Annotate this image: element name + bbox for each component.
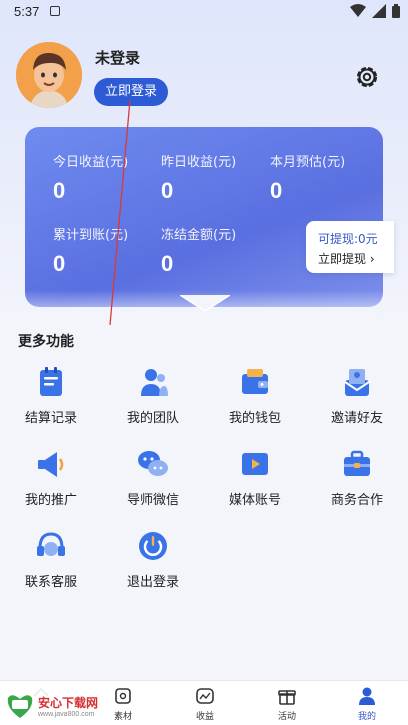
battery-icon — [392, 4, 400, 18]
stat-today: 今日收益(元) 0 — [53, 151, 128, 204]
profile-icon — [359, 687, 375, 705]
feature-invite[interactable]: 邀请好友 — [306, 362, 408, 432]
stat-label: 今日收益(元) — [53, 155, 129, 170]
section-title: 更多功能 — [18, 334, 74, 350]
watermark-logo-icon — [7, 695, 33, 718]
watermark-url: www.java800.com — [38, 711, 95, 718]
settlement-icon — [40, 367, 62, 396]
stat-value: 0 — [270, 178, 283, 203]
available-balance: 可提现:0元 — [318, 232, 378, 246]
feature-label: 邀请好友 — [330, 411, 383, 426]
feature-customer-service[interactable]: 联系客服 — [0, 526, 102, 596]
feature-business[interactable]: 商务合作 — [306, 444, 408, 514]
stat-yesterday: 昨日收益(元) 0 — [161, 151, 236, 204]
tab-activity[interactable]: 活动 — [246, 681, 328, 725]
stat-total: 累计到账(元) 0 — [53, 224, 128, 277]
withdraw-button[interactable]: 立即提现 › — [318, 250, 375, 267]
sim-icon — [50, 6, 60, 16]
stat-value: 0 — [161, 178, 174, 203]
watermark-title: 安心下载网 — [38, 696, 99, 710]
card-notch — [180, 295, 230, 312]
feature-label: 我的钱包 — [228, 411, 281, 426]
invite-icon — [344, 369, 370, 396]
withdraw-panel[interactable]: 可提现:0元 立即提现 › — [306, 221, 394, 273]
wechat-icon — [138, 451, 168, 476]
chevron-right-icon: › — [369, 252, 375, 266]
feature-label: 我的团队 — [126, 411, 179, 426]
feature-settlement[interactable]: 结算记录 — [0, 362, 102, 432]
feature-team[interactable]: 我的团队 — [102, 362, 204, 432]
feature-label: 媒体账号 — [228, 493, 281, 508]
feature-media-account[interactable]: 媒体账号 — [204, 444, 306, 514]
stat-value: 0 — [53, 251, 66, 276]
team-icon — [141, 369, 168, 396]
stat-label: 累计到账(元) — [53, 228, 129, 243]
stat-value: 0 — [161, 251, 174, 276]
login-button[interactable]: 立即登录 — [94, 78, 168, 106]
power-icon — [139, 532, 167, 560]
signal-icon — [372, 4, 386, 18]
feature-label: 我的推广 — [24, 493, 77, 508]
stat-frozen: 冻结金额(元) 0 — [161, 224, 236, 277]
tab-label: 活动 — [277, 712, 296, 722]
gift-icon — [278, 690, 296, 705]
tab-label: 收益 — [195, 712, 214, 722]
feature-label: 联系客服 — [24, 575, 77, 590]
feature-promotion[interactable]: 我的推广 — [0, 444, 102, 514]
gear-icon[interactable] — [353, 63, 381, 91]
wallet-icon — [242, 369, 268, 394]
feature-label: 结算记录 — [24, 411, 77, 426]
stat-value: 0 — [53, 178, 66, 203]
stat-label: 本月预估(元) — [270, 155, 346, 170]
megaphone-icon — [38, 452, 64, 477]
feature-label: 商务合作 — [330, 493, 383, 508]
feature-label: 退出登录 — [126, 575, 179, 590]
material-icon — [115, 688, 131, 704]
stat-month: 本月预估(元) 0 — [270, 151, 345, 204]
username: 未登录 — [95, 49, 141, 67]
stat-label: 昨日收益(元) — [161, 155, 237, 170]
feature-mentor-wechat[interactable]: 导师微信 — [102, 444, 204, 514]
feature-wallet[interactable]: 我的钱包 — [204, 362, 306, 432]
status-time: 5:37 — [14, 4, 40, 19]
avatar-illustration — [16, 42, 82, 108]
tab-label: 我的 — [357, 712, 376, 722]
withdraw-label: 立即提现 — [318, 252, 367, 266]
tab-profile[interactable]: 我的 — [326, 681, 408, 725]
headset-icon — [37, 532, 65, 556]
feature-label: 导师微信 — [126, 493, 179, 508]
status-bar: 5:37 — [0, 0, 408, 24]
stat-label: 冻结金额(元) — [161, 228, 237, 243]
avatar[interactable] — [16, 42, 82, 108]
watermark: 安心下载网 www.java800.com — [0, 686, 110, 725]
feature-logout[interactable]: 退出登录 — [102, 526, 204, 596]
briefcase-icon — [344, 450, 370, 476]
earnings-card: 今日收益(元) 0 昨日收益(元) 0 本月预估(元) 0 累计到账(元) 0 … — [25, 127, 383, 307]
earnings-icon — [196, 688, 214, 704]
tab-earnings[interactable]: 收益 — [164, 681, 246, 725]
media-icon — [242, 453, 268, 475]
wifi-icon — [350, 4, 366, 17]
